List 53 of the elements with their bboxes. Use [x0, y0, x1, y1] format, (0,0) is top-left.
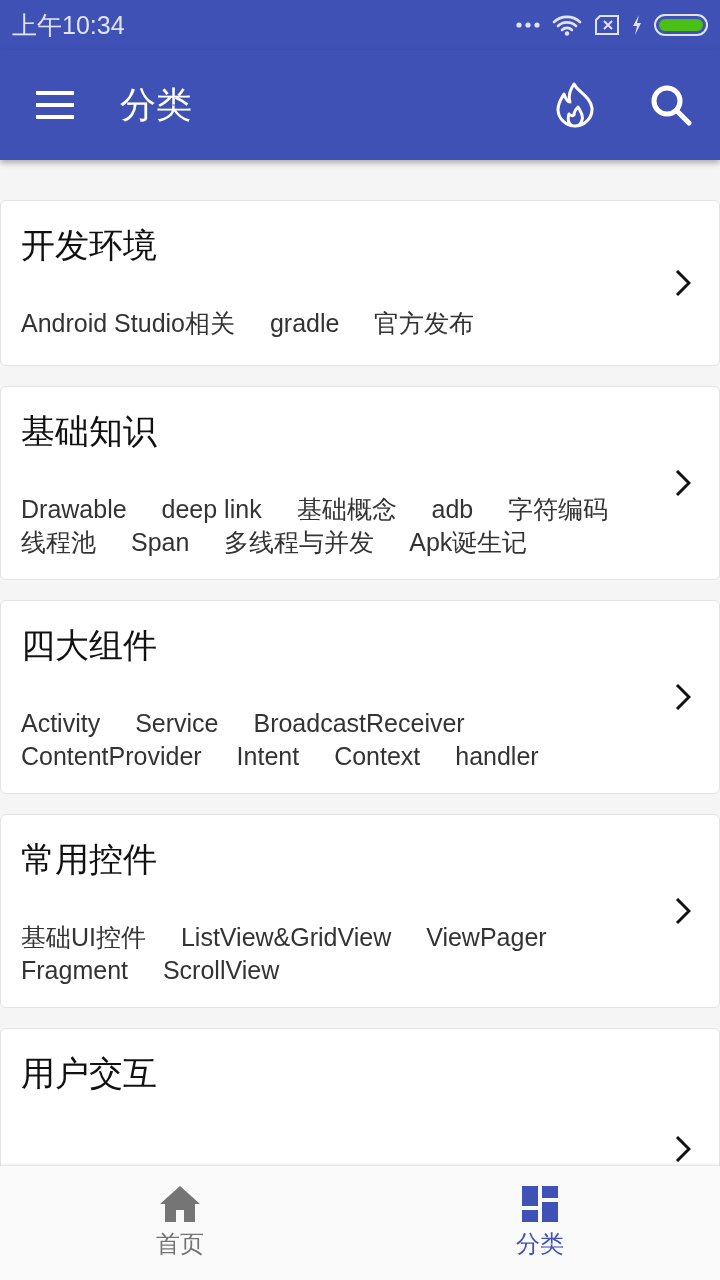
- category-card[interactable]: 开发环境 Android Studio相关 gradle 官方发布: [0, 200, 720, 366]
- tag-link[interactable]: handler: [455, 742, 539, 770]
- tag-link[interactable]: Span: [130, 528, 190, 556]
- tag-link[interactable]: 线程池: [21, 528, 96, 556]
- tag-link[interactable]: ContentProvider: [21, 742, 202, 770]
- tag-link[interactable]: Apk诞生记: [409, 528, 528, 556]
- tag-link[interactable]: deep link: [161, 495, 262, 523]
- tag-link[interactable]: Activity: [21, 709, 101, 737]
- more-dots-icon: [516, 22, 540, 28]
- tag-link[interactable]: 官方发布: [374, 309, 475, 337]
- category-card[interactable]: 四大组件 Activity Service BroadcastReceiver ContentProvider Intent Context handler: [0, 600, 720, 794]
- chevron-right-icon: [675, 683, 691, 711]
- category-title: 常用控件: [21, 838, 158, 881]
- app-bar-title: 分类: [120, 82, 193, 127]
- tag-link[interactable]: Intent: [236, 742, 300, 770]
- category-card[interactable]: 用户交互: [0, 1028, 720, 1166]
- dashboard-icon: [522, 1186, 558, 1222]
- tag-link[interactable]: 字符编码: [508, 495, 609, 523]
- tag-link[interactable]: adb: [431, 495, 474, 523]
- home-icon: [160, 1186, 200, 1222]
- category-title: 基础知识: [21, 410, 158, 453]
- tag-link[interactable]: 多线程与并发: [224, 528, 375, 556]
- tag-link[interactable]: ViewPager: [426, 923, 547, 951]
- category-card[interactable]: 常用控件 基础UI控件 ListView&GridView ViewPager Fragment ScrollView: [0, 814, 720, 1008]
- category-title: 用户交互: [21, 1052, 158, 1095]
- category-title: 开发环境: [21, 224, 158, 267]
- status-time: 上午10:34: [12, 9, 125, 41]
- bottom-nav-tab[interactable]: 首页: [0, 1166, 360, 1280]
- tag-link[interactable]: Service: [135, 709, 219, 737]
- tag-link[interactable]: gradle: [269, 309, 340, 337]
- chevron-right-icon: [675, 897, 691, 925]
- no-sim-icon: [594, 15, 620, 35]
- menu-icon[interactable]: [36, 90, 74, 120]
- tag-link[interactable]: 基础概念: [296, 495, 397, 523]
- tag-link[interactable]: Context: [334, 742, 421, 770]
- charging-icon: [632, 15, 642, 35]
- chevron-right-icon: [675, 1135, 691, 1163]
- category-card[interactable]: 基础知识 Drawable deep link 基础概念 adb 字符编码 线程池 Span 多线程与并发 Apk诞生记: [0, 386, 720, 580]
- tag-link[interactable]: 基础UI控件: [21, 923, 146, 951]
- tag-link[interactable]: Drawable: [21, 495, 127, 523]
- chevron-right-icon: [675, 469, 691, 497]
- category-title: 四大组件: [21, 624, 158, 667]
- tag-link[interactable]: Fragment: [21, 956, 128, 984]
- wifi-icon: [552, 14, 582, 36]
- tag-link[interactable]: ListView&GridView: [180, 923, 392, 951]
- bottom-nav-tab[interactable]: 分类: [360, 1166, 720, 1280]
- tag-link[interactable]: ScrollView: [162, 956, 280, 984]
- battery-icon: [654, 14, 708, 36]
- tag-link[interactable]: BroadcastReceiver: [253, 709, 465, 737]
- search-icon[interactable]: [650, 84, 692, 126]
- chevron-right-icon: [675, 269, 691, 297]
- flame-icon[interactable]: [554, 82, 596, 128]
- tag-link[interactable]: Android Studio相关: [21, 309, 235, 337]
